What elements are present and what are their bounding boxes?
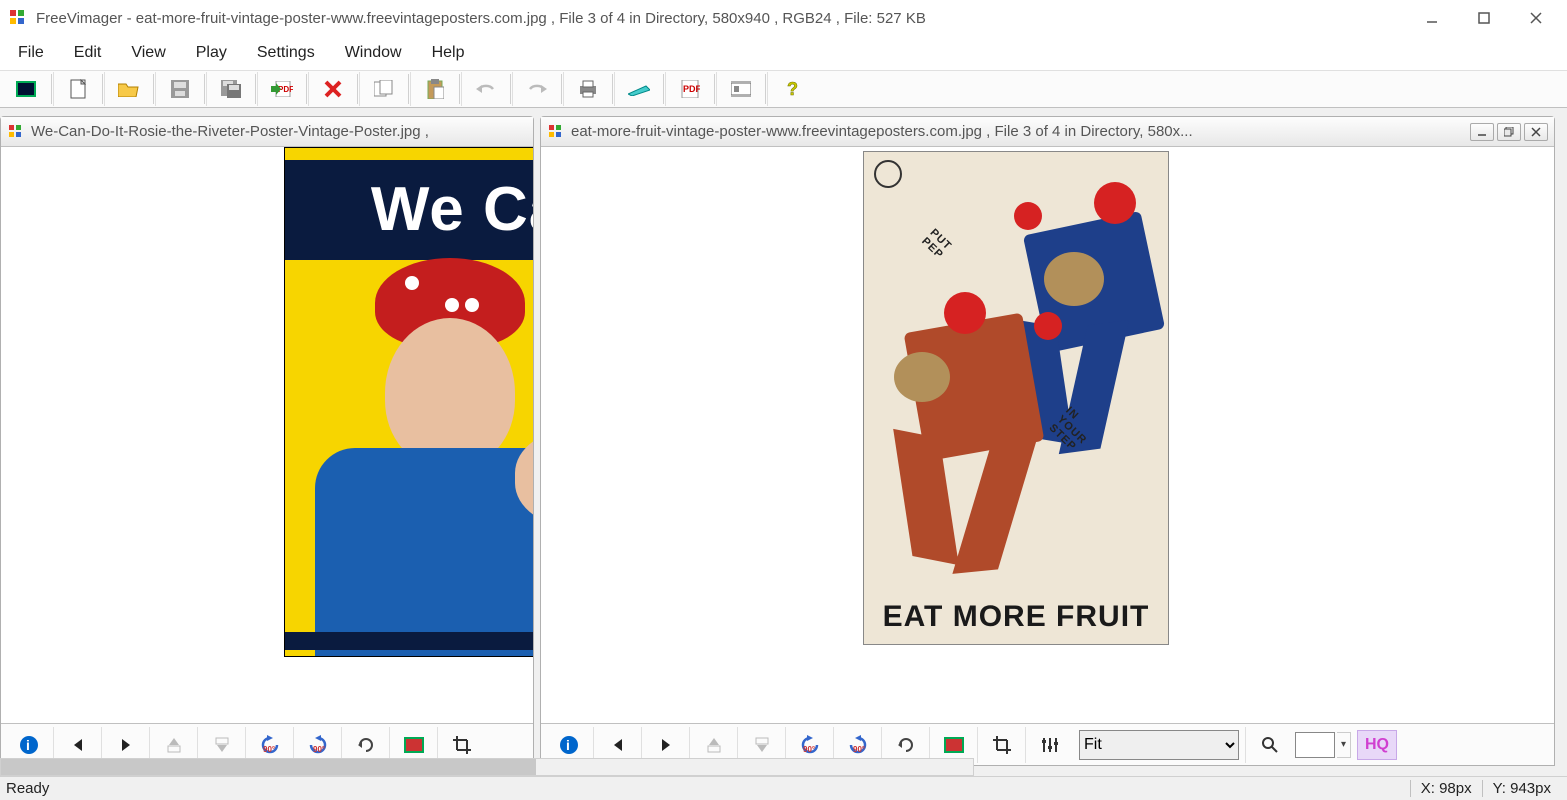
zoom-tool-icon[interactable] — [1245, 727, 1293, 763]
svg-text:90°: 90° — [803, 745, 815, 754]
app-icon — [8, 8, 28, 28]
document-title-left: We-Can-Do-It-Rosie-the-Riveter-Poster-Vi… — [31, 123, 527, 140]
undo-icon[interactable] — [461, 72, 509, 106]
pdf-export-icon[interactable]: PDF — [257, 72, 305, 106]
help-icon[interactable]: ? — [767, 72, 815, 106]
open-icon[interactable] — [104, 72, 152, 106]
menu-file[interactable]: File — [4, 40, 58, 66]
document-window-left: We-Can-Do-It-Rosie-the-Riveter-Poster-Vi… — [0, 116, 534, 766]
crop-icon[interactable] — [977, 727, 1025, 763]
svg-text:?: ? — [787, 79, 798, 99]
poster-caption: EAT MORE FRUIT — [864, 600, 1168, 634]
background-color-swatch[interactable] — [1295, 732, 1335, 758]
menu-settings[interactable]: Settings — [243, 40, 329, 66]
svg-text:90°: 90° — [853, 745, 865, 754]
copy-icon[interactable] — [359, 72, 407, 106]
doc-minimize-button[interactable] — [1470, 123, 1494, 141]
new-icon[interactable] — [53, 72, 101, 106]
minimize-button[interactable] — [1417, 6, 1447, 30]
document-title-bar-left[interactable]: We-Can-Do-It-Rosie-the-Riveter-Poster-Vi… — [1, 117, 533, 147]
svg-text:i: i — [566, 737, 570, 753]
status-bar: Ready X: 98pxY: 943px — [0, 776, 1567, 800]
menu-help[interactable]: Help — [418, 40, 479, 66]
cursor-y: Y: 943px — [1482, 780, 1561, 797]
menu-view[interactable]: View — [117, 40, 179, 66]
main-toolbar: PDF PDF ? — [0, 70, 1567, 108]
close-button[interactable] — [1521, 6, 1551, 30]
pdf-icon[interactable]: PDF — [665, 72, 713, 106]
image-content-fruit: PUT PEP IN YOUR STEP EAT MORE FRUIT — [863, 151, 1169, 645]
save-as-icon[interactable] — [206, 72, 254, 106]
title-bar: FreeVimager - eat-more-fruit-vintage-pos… — [0, 0, 1567, 36]
background-color-dropdown[interactable]: ▾ — [1337, 732, 1351, 758]
hq-button[interactable]: HQ — [1357, 730, 1397, 760]
paste-icon[interactable] — [410, 72, 458, 106]
svg-text:90°: 90° — [263, 745, 275, 754]
save-icon[interactable] — [155, 72, 203, 106]
zoom-select[interactable]: Fit — [1079, 730, 1239, 760]
doc-close-button[interactable] — [1524, 123, 1548, 141]
scan-icon[interactable] — [614, 72, 662, 106]
menu-edit[interactable]: Edit — [60, 40, 116, 66]
menu-window[interactable]: Window — [331, 40, 416, 66]
document-title-bar-right[interactable]: eat-more-fruit-vintage-poster-www.freevi… — [541, 117, 1554, 147]
svg-text:PDF: PDF — [683, 84, 700, 94]
cursor-x: X: 98px — [1410, 780, 1482, 797]
doc-icon — [547, 123, 565, 141]
svg-text:90°: 90° — [313, 745, 325, 754]
print-icon[interactable] — [563, 72, 611, 106]
delete-icon[interactable] — [308, 72, 356, 106]
document-title-right: eat-more-fruit-vintage-poster-www.freevi… — [571, 123, 1464, 140]
poster-text-pep: PUT PEP — [919, 227, 954, 262]
slideshow-icon[interactable] — [716, 72, 764, 106]
menu-bar: File Edit View Play Settings Window Help — [0, 36, 1567, 70]
maximize-button[interactable] — [1469, 6, 1499, 30]
image-content-rosie: We Can D — [284, 147, 533, 657]
horizontal-scrollbar[interactable] — [0, 758, 974, 776]
status-text: Ready — [6, 780, 1410, 797]
redo-icon[interactable] — [512, 72, 560, 106]
poster-banner-text: We Can D — [285, 160, 533, 260]
adjust-icon[interactable] — [1025, 727, 1073, 763]
document-window-right: eat-more-fruit-vintage-poster-www.freevi… — [540, 116, 1555, 766]
workspace: We-Can-Do-It-Rosie-the-Riveter-Poster-Vi… — [0, 108, 1567, 776]
image-canvas-right[interactable]: PUT PEP IN YOUR STEP EAT MORE FRUIT — [541, 147, 1554, 723]
doc-icon — [7, 123, 25, 141]
menu-play[interactable]: Play — [182, 40, 241, 66]
doc-restore-button[interactable] — [1497, 123, 1521, 141]
image-canvas-left[interactable]: We Can D — [1, 147, 533, 723]
svg-text:i: i — [26, 737, 30, 753]
window-title: FreeVimager - eat-more-fruit-vintage-pos… — [36, 10, 1417, 27]
fullscreen-icon[interactable] — [2, 72, 50, 106]
